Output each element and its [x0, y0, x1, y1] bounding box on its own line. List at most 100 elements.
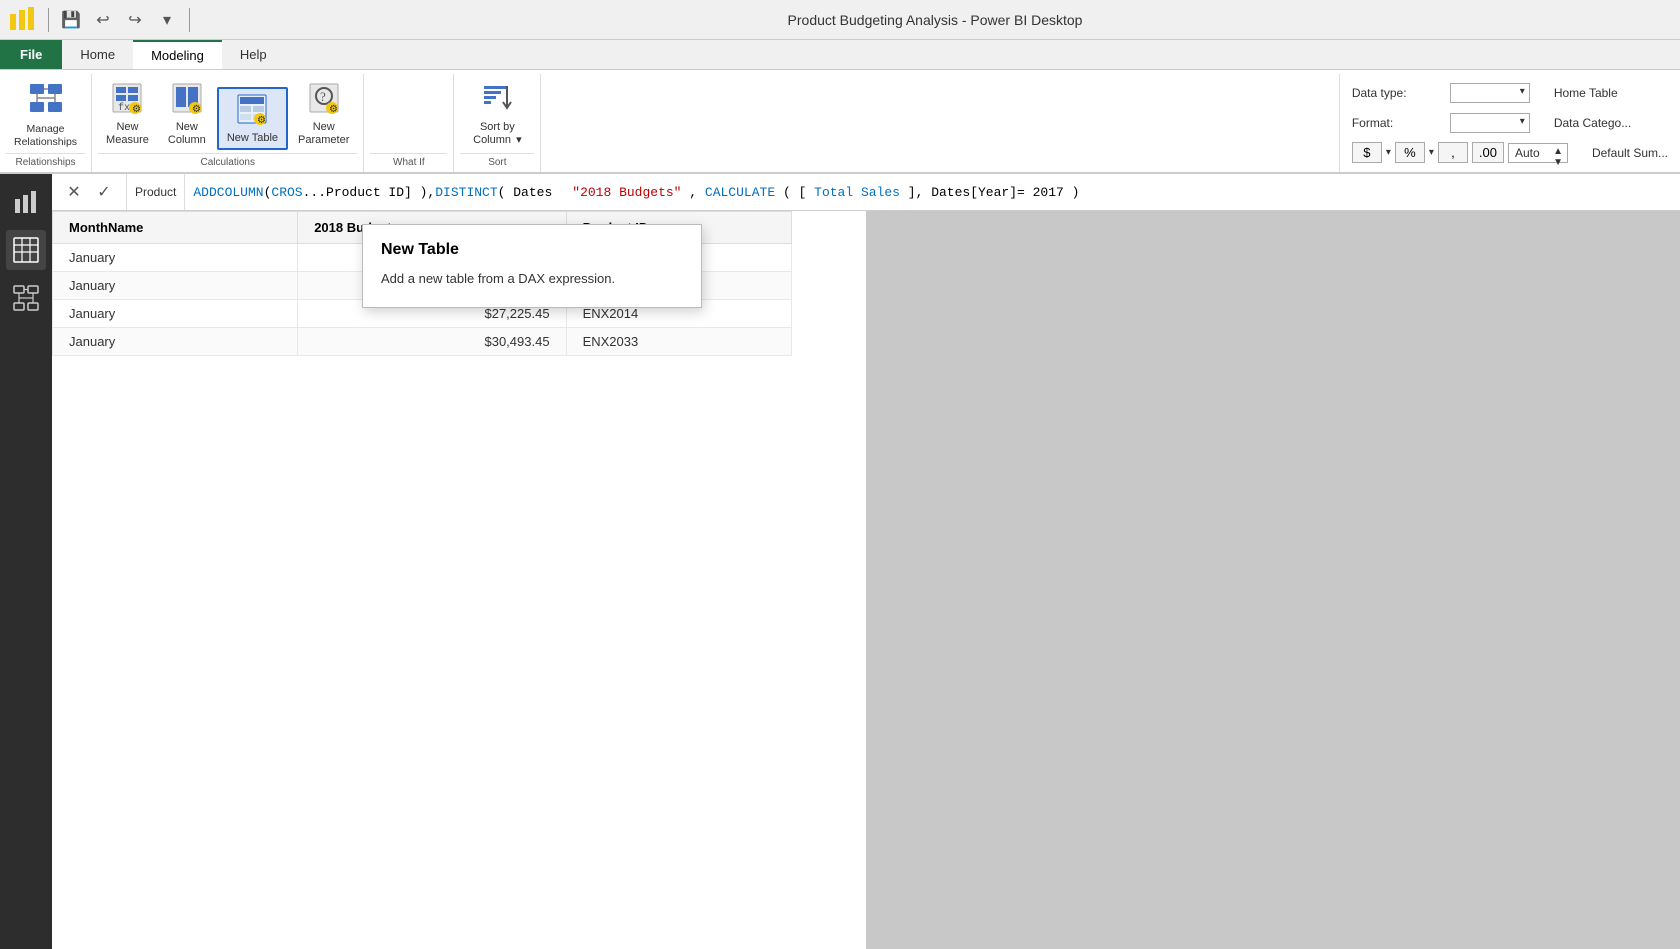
dax-year: ], Dates[Year]= 2017 ) [908, 185, 1080, 200]
app-logo [8, 6, 36, 34]
manage-relationships-icon [28, 80, 64, 121]
new-table-button[interactable]: ⚙ New Table [217, 87, 288, 150]
svg-text:fx: fx [118, 102, 130, 114]
ribbon-datatype-row: Data type: ▾ Home Table [1352, 83, 1668, 103]
formula-confirm-button[interactable]: ✓ [90, 178, 118, 206]
currency-dropdown-arrow[interactable]: ▾ [1386, 147, 1391, 158]
dax-addcolumn: ADDCOLUMN [193, 185, 263, 200]
dax-cross: CROS [271, 185, 302, 200]
auto-dropdown[interactable]: Auto ▲▼ [1508, 143, 1568, 163]
formula-table-label: Product [127, 174, 185, 210]
sort-buttons: Sort byColumn ▾ [460, 76, 534, 150]
tooltip-description: Add a new table from a DAX expression. [381, 269, 683, 289]
data-type-value [1457, 86, 1460, 100]
whatif-buttons [370, 76, 447, 150]
sidebar-icon-barchart[interactable] [6, 182, 46, 222]
redo-icon[interactable]: ↪ [121, 6, 149, 34]
new-table-icon: ⚙ [236, 93, 268, 130]
sort-by-column-label: Sort byColumn ▾ [473, 121, 522, 149]
menu-home[interactable]: Home [62, 40, 133, 69]
formula-controls: ✕ ✓ [52, 174, 127, 210]
ribbon-group-sort: Sort byColumn ▾ Sort [454, 74, 541, 172]
svg-text:⚙: ⚙ [132, 104, 141, 114]
percent-button[interactable]: % [1395, 142, 1425, 163]
menu-help[interactable]: Help [222, 40, 285, 69]
currency-button[interactable]: $ [1352, 142, 1382, 163]
dax-paren2: ( [ [783, 185, 806, 200]
sort-by-column-button[interactable]: Sort byColumn ▾ [460, 78, 534, 151]
ribbon-format-row: Format: ▾ Data Catego... [1352, 113, 1668, 133]
sort-by-column-icon [481, 82, 513, 119]
ribbon-number-format-row: $ ▾ % ▾ , .00 Auto ▲▼ Default Sum... [1352, 142, 1668, 163]
auto-arrow: ▲▼ [1553, 146, 1563, 168]
content-area: ✕ ✓ Product ADDCOLUMN ( CROS ... Product… [0, 174, 1680, 949]
percent-dropdown-arrow[interactable]: ▾ [1429, 147, 1434, 158]
cell-product-4: ENX2033 [566, 328, 791, 356]
dax-comma: , [689, 185, 705, 200]
quick-access-dropdown[interactable]: ▾ [153, 6, 181, 34]
sidebar-icon-relationships[interactable] [6, 278, 46, 318]
cell-month-1: January [53, 244, 298, 272]
new-parameter-label: NewParameter [298, 121, 349, 149]
new-column-icon: ⚙ [171, 82, 203, 119]
dax-total-sales: Total Sales [814, 185, 900, 200]
calculations-buttons: fx ⚙ NewMeasure ⚙ [98, 76, 357, 150]
dax-line2: "2018 Budgets" , CALCULATE ( [ Total Sal… [572, 185, 1079, 200]
sidebar-icon-table[interactable] [6, 230, 46, 270]
formula-content[interactable]: ADDCOLUMN ( CROS ... Product ID] ), DIST… [185, 174, 1680, 210]
title-bar: 💾 ↩ ↪ ▾ Product Budgeting Analysis - Pow… [0, 0, 1680, 40]
home-table-label: Home Table [1554, 86, 1644, 100]
table-container: MonthName 2018 Budgets Product ID Januar… [52, 211, 1680, 949]
ribbon-group-calculations: fx ⚙ NewMeasure ⚙ [92, 74, 364, 172]
svg-text:⚙: ⚙ [329, 104, 338, 114]
undo-icon[interactable]: ↩ [89, 6, 117, 34]
new-parameter-icon: ? ⚙ [308, 82, 340, 119]
title-icons: 💾 ↩ ↪ ▾ [57, 6, 181, 34]
manage-relationships-button[interactable]: ManageRelationships [6, 76, 85, 150]
format-arrow: ▾ [1520, 116, 1525, 127]
dax-productid: Product ID] ), [326, 185, 435, 200]
window-title: Product Budgeting Analysis - Power BI De… [198, 12, 1672, 28]
default-sum-label: Default Sum... [1592, 146, 1668, 160]
gray-panel [866, 211, 1680, 949]
dax-paren1: ( [264, 185, 272, 200]
formula-bar: ✕ ✓ Product ADDCOLUMN ( CROS ... Product… [52, 174, 1680, 211]
comma-button[interactable]: , [1438, 142, 1468, 163]
dax-budgets-string: "2018 Budgets" [572, 185, 681, 200]
new-column-button[interactable]: ⚙ NewColumn [159, 78, 215, 151]
new-table-tooltip: New Table Add a new table from a DAX exp… [362, 224, 702, 308]
format-label: Format: [1352, 116, 1442, 130]
data-type-dropdown[interactable]: ▾ [1450, 83, 1530, 103]
data-table-area: MonthName 2018 Budgets Product ID Januar… [52, 211, 866, 949]
new-parameter-button[interactable]: ? ⚙ NewParameter [290, 78, 357, 151]
svg-text:?: ? [320, 89, 326, 104]
whatif-group-label: What If [370, 153, 447, 172]
ribbon: ManageRelationships Relationships fx [0, 70, 1680, 174]
table-row: January $30,493.45 ENX2033 [53, 328, 792, 356]
title-divider [48, 8, 49, 32]
ribbon-group-whatif: What If [364, 74, 454, 172]
formula-cancel-button[interactable]: ✕ [60, 178, 88, 206]
new-measure-label: NewMeasure [106, 121, 149, 149]
data-type-label: Data type: [1352, 86, 1442, 100]
svg-text:⚙: ⚙ [257, 115, 266, 125]
format-dropdown[interactable]: ▾ [1450, 113, 1530, 133]
data-category-label: Data Catego... [1554, 116, 1644, 130]
decimal-button[interactable]: .00 [1472, 142, 1504, 163]
relationships-buttons: ManageRelationships [6, 76, 85, 150]
title-divider2 [189, 8, 190, 32]
cell-month-4: January [53, 328, 298, 356]
save-icon[interactable]: 💾 [57, 6, 85, 34]
col-header-monthname: MonthName [53, 212, 298, 244]
dax-dates: ( Dates [498, 185, 553, 200]
data-type-arrow: ▾ [1520, 86, 1525, 97]
dax-calculate: CALCULATE [705, 185, 775, 200]
menu-file[interactable]: File [0, 40, 62, 69]
ribbon-right: Data type: ▾ Home Table Format: ▾ Data C… [1339, 74, 1680, 172]
auto-label: Auto [1515, 146, 1540, 160]
menu-modeling[interactable]: Modeling [133, 40, 222, 69]
ribbon-group-relationships: ManageRelationships Relationships [0, 74, 92, 172]
relationships-group-label: Relationships [6, 153, 85, 172]
new-measure-button[interactable]: fx ⚙ NewMeasure [98, 78, 157, 151]
new-table-label: New Table [227, 132, 278, 146]
